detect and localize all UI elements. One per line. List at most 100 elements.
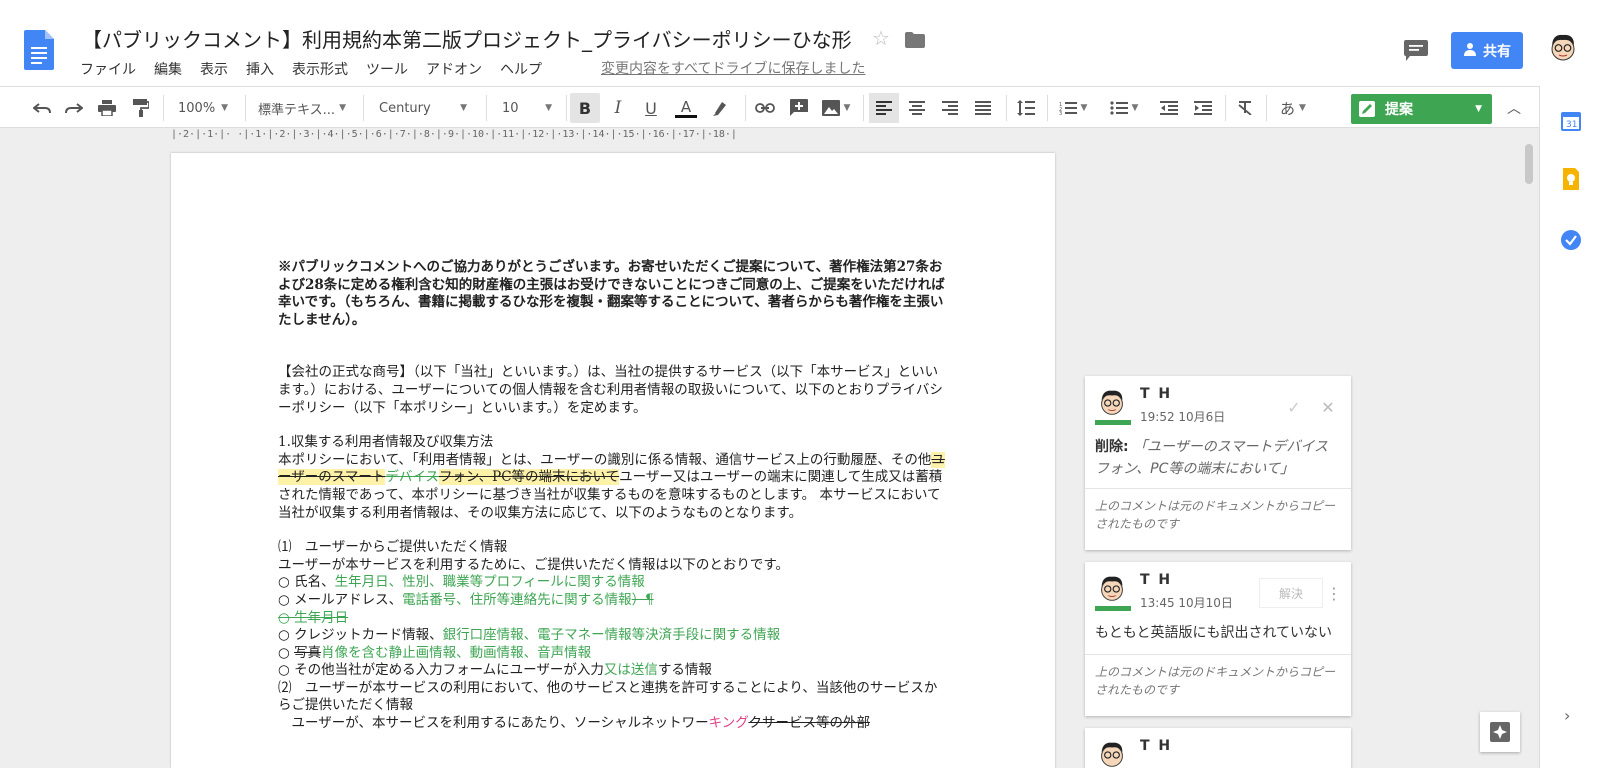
input-mode-value: あ [1280, 99, 1296, 118]
toolbar-divider [1266, 95, 1267, 121]
ruler[interactable]: |·2·|·1·|· ·|·1·|·2·|·3·|·4·|·5·|·6·|·7·… [171, 129, 1055, 143]
comment-author: T H [1140, 738, 1173, 754]
star-icon[interactable]: ☆ [872, 26, 890, 50]
comment-footer: 上のコメントは元のドキュメントからコピーされたものです [1085, 488, 1351, 541]
explore-button[interactable] [1480, 712, 1520, 752]
inserted-text[interactable]: 肖像を含む静止画情報、動画情報、音声情報 [321, 645, 591, 661]
menu-file[interactable]: ファイル [80, 59, 136, 79]
text-color-icon: A [680, 97, 692, 116]
font-dropdown[interactable]: Century ▼ [373, 93, 473, 123]
author-color-bar [1095, 606, 1131, 611]
suggestion-quote: 「ユーザーのスマートデバイスフォン、PC等の端末において」 [1095, 439, 1328, 477]
menu-tools[interactable]: ツール [366, 59, 408, 79]
list-item: ○ メールアドレス、電話番号、住所等連絡先に関する情報）¶ [278, 592, 948, 610]
line-spacing-icon[interactable] [1012, 93, 1040, 123]
share-button[interactable]: 共有 [1451, 32, 1523, 69]
list-item: ○ クレジットカード情報、銀行口座情報、電子マネー情報等決済手段に関する情報 [278, 627, 948, 645]
inserted-text[interactable]: 又は送信 [604, 662, 658, 678]
deleted-text[interactable]: フォン、PC等の端末において [438, 469, 620, 486]
menu-help[interactable]: ヘルプ [500, 59, 542, 79]
text-color-button[interactable]: A [671, 93, 701, 123]
vertical-scrollbar[interactable] [1521, 144, 1535, 768]
document-title[interactable]: 【パブリックコメント】利用規約本第二版プロジェクト_プライバシーポリシーひな形 [82, 24, 852, 53]
zoom-dropdown[interactable]: 100% ▼ [172, 93, 234, 123]
bold-button[interactable]: B [570, 93, 600, 123]
deleted-text[interactable]: 写真 [294, 645, 321, 661]
font-size-dropdown[interactable]: 10 ▼ [496, 93, 558, 123]
deleted-text[interactable]: ）¶ [632, 592, 654, 608]
paragraph-text: ユーザーが、本サービスを利用するにあたり、ソーシャルネットワー [278, 715, 709, 732]
input-tools-dropdown[interactable]: あ ▼ [1271, 93, 1315, 123]
list-item: ○ 氏名、生年月日、性別、職業等プロフィールに関する情報 [278, 574, 948, 592]
docs-logo-icon[interactable] [24, 30, 54, 70]
numbered-list-icon[interactable]: 123 ▼ [1053, 93, 1093, 123]
bulleted-list-icon[interactable]: ▼ [1104, 93, 1144, 123]
comment-timestamp: 19:52 10月6日 [1140, 410, 1226, 424]
inserted-text[interactable]: キング [709, 715, 749, 731]
align-right-button[interactable] [936, 93, 964, 123]
save-status[interactable]: 変更内容をすべてドライブに保存しました [601, 58, 865, 78]
align-left-button[interactable] [869, 93, 899, 123]
accept-suggestion-icon[interactable]: ✓ [1278, 392, 1310, 422]
insert-image-icon[interactable]: ▼ [818, 93, 854, 123]
deleted-text[interactable]: クサービス等の外部 [748, 715, 870, 731]
add-comment-icon[interactable] [785, 93, 813, 123]
comment-body: 削除: 「ユーザーのスマートデバイスフォン、PC等の端末において」 [1095, 436, 1341, 480]
inserted-text[interactable]: 銀行口座情報、電子マネー情報等決済手段に関する情報 [443, 627, 781, 643]
document-body[interactable]: ※パブリックコメントへのご協力ありがとうございます。お寄せいただくご提案について… [278, 259, 948, 733]
svg-text:31: 31 [1566, 120, 1577, 130]
comment-footer: 上のコメントは元のドキュメントからコピーされたものです [1085, 654, 1351, 707]
comment-card[interactable]: T H 19:52 10月6日 ✓ ✕ 削除: 「ユーザーのスマートデバイスフォ… [1085, 376, 1351, 550]
list-item: ○ その他当社が定める入力フォームにユーザーが入力又は送信する情報 [278, 662, 948, 680]
resolve-button[interactable]: 解決 [1259, 578, 1323, 608]
deleted-text[interactable]: デバイス [385, 469, 439, 485]
align-justify-button[interactable] [969, 93, 997, 123]
redo-icon[interactable] [60, 93, 88, 123]
list-item[interactable]: ○ 生年月日 [278, 610, 948, 628]
scrollbar-thumb[interactable] [1525, 144, 1533, 184]
underline-button[interactable]: U [637, 93, 665, 123]
calendar-icon[interactable]: 31 [1560, 110, 1582, 132]
toolbar-divider [566, 95, 567, 121]
highlight-icon[interactable] [706, 93, 734, 123]
suggesting-mode-button[interactable]: 提案 ▼ [1351, 94, 1492, 124]
menu-edit[interactable]: 編集 [154, 59, 182, 79]
comment-card[interactable]: T H [1085, 728, 1351, 768]
decrease-indent-icon[interactable] [1155, 93, 1183, 123]
inserted-text[interactable]: 電話番号、住所等連絡先に関する情報 [402, 592, 632, 608]
clear-formatting-icon[interactable] [1231, 93, 1259, 123]
italic-button[interactable]: I [604, 93, 632, 123]
side-panel: 31 › [1539, 86, 1600, 768]
menu-insert[interactable]: 挿入 [246, 59, 274, 79]
menu-view[interactable]: 表示 [200, 59, 228, 79]
list-item-text: ○ その他当社が定める入力フォームにユーザーが入力 [278, 662, 604, 679]
more-options-icon[interactable]: ⋮ [1326, 580, 1342, 606]
print-icon[interactable] [93, 93, 121, 123]
folder-icon[interactable] [905, 32, 925, 48]
keep-icon[interactable] [1560, 168, 1582, 190]
menu-format[interactable]: 表示形式 [292, 59, 348, 79]
comments-icon[interactable] [1404, 40, 1428, 62]
comment-text: もともと英語版にも訳出されていない [1095, 625, 1333, 641]
reject-suggestion-icon[interactable]: ✕ [1312, 392, 1344, 422]
paint-format-icon[interactable] [127, 93, 155, 123]
undo-icon[interactable] [28, 93, 56, 123]
chevron-down-icon: ▼ [1131, 103, 1139, 113]
menu-addons[interactable]: アドオン [426, 59, 482, 79]
collapse-toolbar-icon[interactable]: ︿ [1500, 93, 1528, 123]
toolbar-divider [863, 95, 864, 121]
tasks-icon[interactable] [1560, 229, 1582, 251]
chevron-right-icon[interactable]: › [1564, 706, 1570, 725]
chevron-down-icon: ▼ [339, 103, 346, 113]
increase-indent-icon[interactable] [1189, 93, 1217, 123]
inserted-text[interactable]: 生年月日、性別、職業等プロフィールに関する情報 [335, 574, 645, 590]
avatar [1095, 572, 1129, 606]
style-dropdown[interactable]: 標準テキス... ▼ [252, 93, 352, 123]
link-icon[interactable] [751, 93, 779, 123]
subsection-paragraph: ユーザーが、本サービスを利用するにあたり、ソーシャルネットワーキングクサービス等… [278, 715, 948, 733]
align-center-button[interactable] [903, 93, 931, 123]
comment-card[interactable]: T H 13:45 10月10日 解決 ⋮ もともと英語版にも訳出されていない … [1085, 562, 1351, 716]
chevron-down-icon: ▼ [545, 103, 552, 113]
document-page[interactable]: ※パブリックコメントへのご協力ありがとうございます。お寄せいただくご提案について… [171, 153, 1055, 768]
avatar[interactable] [1545, 30, 1581, 66]
